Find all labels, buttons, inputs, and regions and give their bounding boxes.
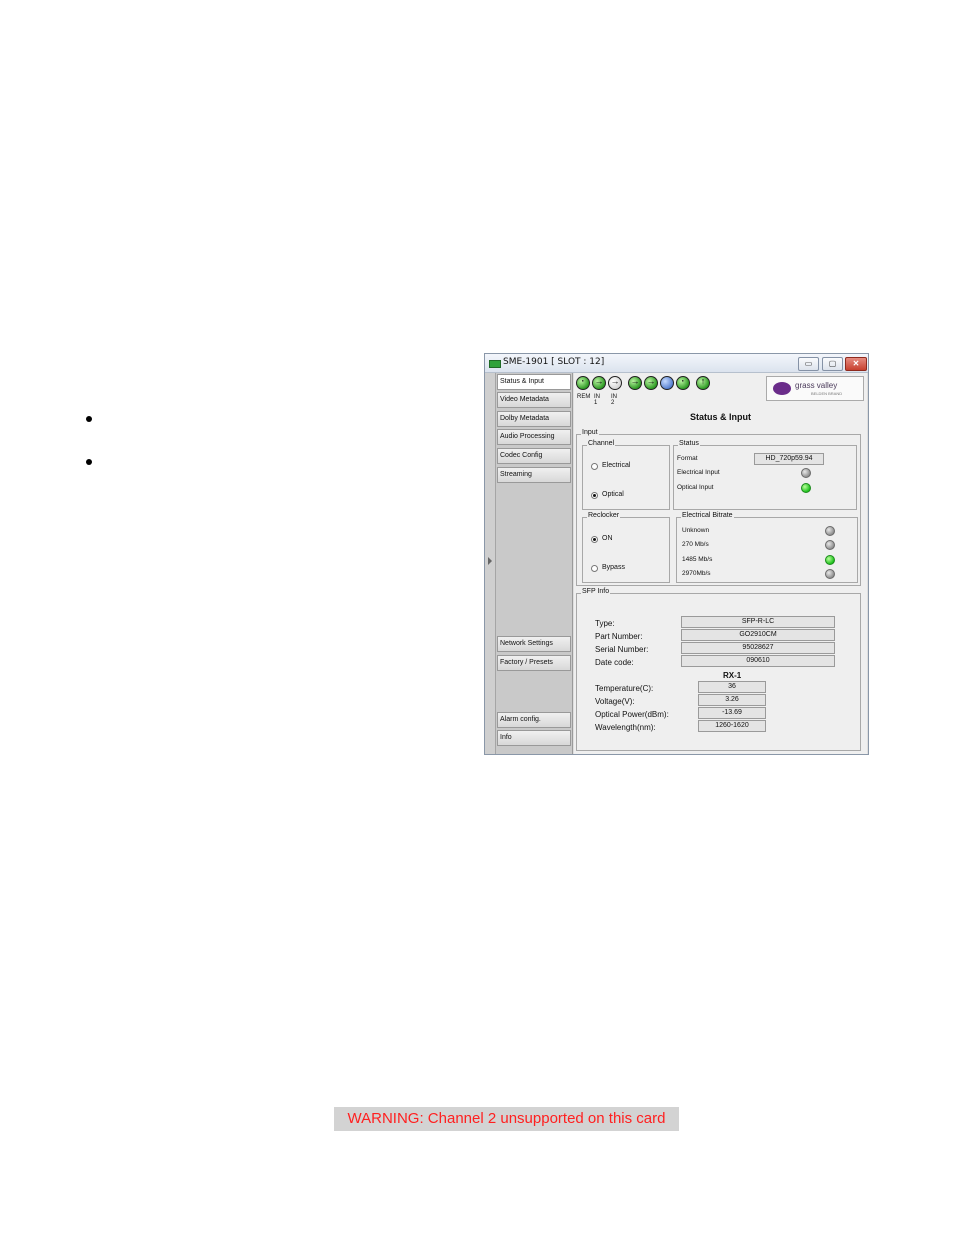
gv-logo-icon bbox=[773, 382, 791, 395]
window-title: SME-1901 [ SLOT : 12] bbox=[503, 357, 605, 367]
input-1-arrow-icon[interactable]: → bbox=[592, 376, 606, 390]
radio-electrical-label: Electrical bbox=[602, 462, 631, 469]
logo-text: grass valley bbox=[795, 381, 838, 390]
reclocker-group: Reclocker ON Bypass bbox=[582, 512, 670, 583]
reclocker-legend: Reclocker bbox=[587, 512, 621, 519]
title-bar[interactable]: SME-1901 [ SLOT : 12] ▭ ▢ ✕ bbox=[485, 354, 868, 373]
sidebar-item-alarm-config[interactable]: Alarm config. bbox=[497, 712, 571, 728]
input-group: Input Channel Electrical Optical Status … bbox=[576, 429, 861, 586]
radio-reclocker-on-label: ON bbox=[602, 535, 613, 542]
wavelength-label: Wavelength(nm): bbox=[595, 723, 656, 732]
in1-label: IN 1 bbox=[594, 394, 600, 406]
card-icon bbox=[489, 360, 501, 368]
wavelength-value: 1260-1620 bbox=[698, 720, 766, 732]
optical-input-label: Optical Input bbox=[677, 484, 714, 491]
network-globe-icon[interactable] bbox=[660, 376, 674, 390]
radio-reclocker-bypass[interactable] bbox=[591, 565, 598, 572]
sidebar-item-dolby-metadata[interactable]: Dolby Metadata bbox=[497, 411, 571, 427]
sidebar-item-status-input[interactable]: Status & Input bbox=[497, 374, 571, 390]
optical-power-value: -13.69 bbox=[698, 707, 766, 719]
maximize-button[interactable]: ▢ bbox=[822, 357, 843, 371]
bitrate-row-label: 1485 Mb/s bbox=[682, 556, 713, 563]
sidebar-item-video-metadata[interactable]: Video Metadata bbox=[497, 392, 571, 408]
channel-group: Channel Electrical Optical bbox=[582, 440, 670, 510]
remote-icon[interactable]: · bbox=[576, 376, 590, 390]
status-legend: Status bbox=[678, 440, 700, 447]
sidebar-item-factory-presets[interactable]: Factory / Presets bbox=[497, 655, 571, 671]
electrical-input-led bbox=[801, 468, 811, 478]
sfp-legend: SFP Info bbox=[581, 588, 611, 595]
minimize-button[interactable]: ▭ bbox=[798, 357, 819, 371]
input-legend: Input bbox=[581, 429, 599, 436]
sfp-info-group: SFP Info Type: SFP-R-LC Part Number: GO2… bbox=[576, 588, 861, 751]
sfp-serial-value: 95028627 bbox=[681, 642, 835, 654]
expand-arrow-icon[interactable] bbox=[488, 557, 492, 565]
sidebar-item-info[interactable]: Info bbox=[497, 730, 571, 746]
sidebar: Status & Input Video Metadata Dolby Meta… bbox=[496, 373, 573, 754]
collapse-strip[interactable] bbox=[485, 373, 496, 754]
channel-legend: Channel bbox=[587, 440, 616, 447]
dolby-icon[interactable]: · bbox=[676, 376, 690, 390]
voltage-value: 3.26 bbox=[698, 694, 766, 706]
logo-subtitle: BELDEN BRAND bbox=[811, 391, 843, 396]
input-2-arrow-icon[interactable]: → bbox=[608, 376, 622, 390]
bitrate-row-label: 270 Mb/s bbox=[682, 541, 709, 548]
output-1-arrow-icon[interactable]: → bbox=[628, 376, 642, 390]
sfp-type-label: Type: bbox=[595, 619, 615, 628]
info-icon[interactable]: ↑ bbox=[696, 376, 710, 390]
bullet-point bbox=[86, 416, 92, 422]
radio-electrical[interactable] bbox=[591, 463, 598, 470]
sidebar-item-codec-config[interactable]: Codec Config bbox=[497, 448, 571, 464]
bitrate-row-label: Unknown bbox=[682, 527, 710, 534]
sfp-type-value: SFP-R-LC bbox=[681, 616, 835, 628]
sfp-serial-label: Serial Number: bbox=[595, 645, 649, 654]
bitrate-legend: Electrical Bitrate bbox=[681, 512, 734, 519]
warning-banner: WARNING: Channel 2 unsupported on this c… bbox=[334, 1107, 679, 1131]
voltage-label: Voltage(V): bbox=[595, 697, 635, 706]
optical-input-led bbox=[801, 483, 811, 493]
rem-label: REM bbox=[577, 394, 591, 400]
status-group: Status Format HD_720p59.94 Electrical In… bbox=[673, 440, 857, 510]
electrical-input-label: Electrical Input bbox=[677, 469, 720, 476]
temperature-value: 36 bbox=[698, 681, 766, 693]
radio-optical-label: Optical bbox=[602, 491, 624, 498]
main-content: · → → → → · ↑ REM IN 1 IN 2 grass valley… bbox=[574, 373, 867, 754]
bitrate-2970-led bbox=[825, 569, 835, 579]
bullet-point bbox=[86, 459, 92, 465]
format-value: HD_720p59.94 bbox=[754, 453, 824, 465]
electrical-bitrate-group: Electrical Bitrate Unknown 270 Mb/s 1485… bbox=[676, 512, 858, 583]
output-2-arrow-icon[interactable]: → bbox=[644, 376, 658, 390]
bitrate-unknown-led bbox=[825, 526, 835, 536]
bitrate-1485-led bbox=[825, 555, 835, 565]
sfp-date-label: Date code: bbox=[595, 658, 634, 667]
sidebar-item-streaming[interactable]: Streaming bbox=[497, 467, 571, 483]
page-title: Status & Input bbox=[690, 412, 751, 422]
in2-label: IN 2 bbox=[611, 394, 617, 406]
rx-heading: RX-1 bbox=[723, 671, 742, 680]
sfp-part-value: GO2910CM bbox=[681, 629, 835, 641]
bitrate-row-label: 2970Mb/s bbox=[682, 570, 711, 577]
sidebar-item-network-settings[interactable]: Network Settings bbox=[497, 636, 571, 652]
radio-reclocker-on[interactable] bbox=[591, 536, 598, 543]
sfp-part-label: Part Number: bbox=[595, 632, 643, 641]
sfp-date-value: 090610 bbox=[681, 655, 835, 667]
format-label: Format bbox=[677, 455, 698, 462]
temperature-label: Temperature(C): bbox=[595, 684, 654, 693]
radio-reclocker-bypass-label: Bypass bbox=[602, 564, 625, 571]
app-window: SME-1901 [ SLOT : 12] ▭ ▢ ✕ Status & Inp… bbox=[484, 353, 869, 755]
radio-optical[interactable] bbox=[591, 492, 598, 499]
bitrate-270-led bbox=[825, 540, 835, 550]
grass-valley-logo: grass valley BELDEN BRAND bbox=[766, 376, 864, 401]
optical-power-label: Optical Power(dBm): bbox=[595, 710, 669, 719]
sidebar-item-audio-processing[interactable]: Audio Processing bbox=[497, 429, 571, 445]
close-button[interactable]: ✕ bbox=[845, 357, 867, 371]
